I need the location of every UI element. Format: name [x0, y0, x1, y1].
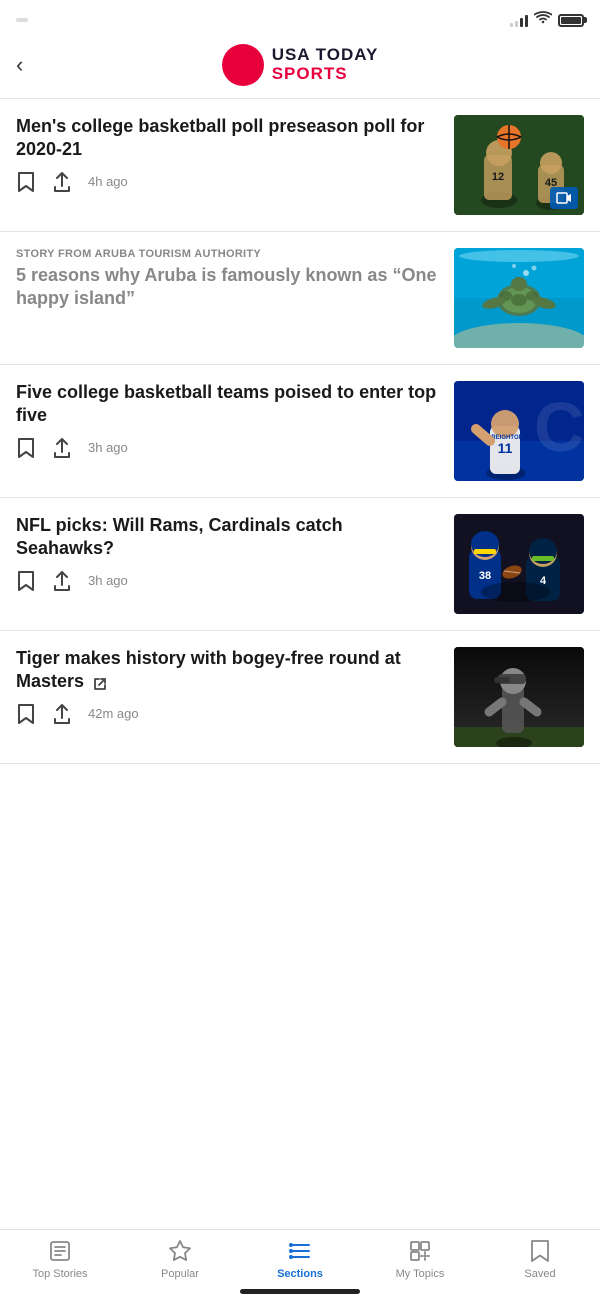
articles-list: Men's college basketball poll preseason … — [0, 99, 600, 764]
bookmark-icon[interactable] — [16, 438, 36, 458]
nav-item-top-stories[interactable]: Top Stories — [20, 1238, 100, 1280]
nav-label-top-stories: Top Stories — [32, 1268, 87, 1280]
logo-circle — [222, 44, 264, 86]
popular-icon — [167, 1238, 193, 1264]
battery-icon — [558, 14, 584, 27]
share-icon[interactable] — [52, 704, 72, 724]
nav-label-sections: Sections — [277, 1268, 323, 1280]
nav-label-my-topics: My Topics — [396, 1268, 445, 1280]
status-time — [16, 18, 28, 22]
article-meta: 3h ago — [16, 571, 442, 591]
article-content: Five college basketball teams poised to … — [16, 381, 442, 458]
article-time: 3h ago — [88, 573, 128, 588]
my-topics-icon — [407, 1238, 433, 1264]
article-content: Men's college basketball poll preseason … — [16, 115, 442, 192]
nav-item-my-topics[interactable]: My Topics — [380, 1238, 460, 1280]
back-button[interactable]: ‹ — [16, 52, 23, 78]
bookmark-icon[interactable] — [16, 172, 36, 192]
article-thumbnail — [454, 248, 584, 348]
article-title: Tiger makes history with bogey-free roun… — [16, 647, 442, 694]
article-content: Tiger makes history with bogey-free roun… — [16, 647, 442, 724]
svg-text:C: C — [534, 388, 584, 466]
article-thumbnail: 12 45 — [454, 115, 584, 215]
status-icons — [510, 11, 584, 30]
share-icon[interactable] — [52, 571, 72, 591]
article-item[interactable]: NFL picks: Will Rams, Cardinals catch Se… — [0, 498, 600, 631]
svg-text:38: 38 — [479, 570, 491, 582]
nav-label-popular: Popular — [161, 1268, 199, 1280]
share-icon[interactable] — [52, 172, 72, 192]
article-title: 5 reasons why Aruba is famously known as… — [16, 264, 442, 311]
article-meta: 4h ago — [16, 172, 442, 192]
nav-label-saved: Saved — [524, 1268, 555, 1280]
video-badge — [550, 187, 578, 209]
article-time: 42m ago — [88, 706, 139, 721]
article-time: 4h ago — [88, 174, 128, 189]
bookmark-icon[interactable] — [16, 571, 36, 591]
article-sponsor: STORY FROM ARUBA TOURISM AUTHORITY — [16, 248, 442, 260]
wifi-icon — [534, 11, 552, 30]
header: ‹ USA TODAY SPORTS — [0, 36, 600, 99]
article-title: NFL picks: Will Rams, Cardinals catch Se… — [16, 514, 442, 561]
status-bar — [0, 0, 600, 36]
svg-text:11: 11 — [498, 440, 513, 456]
article-content: STORY FROM ARUBA TOURISM AUTHORITY 5 rea… — [16, 248, 442, 321]
article-meta: 42m ago — [16, 704, 442, 724]
top-stories-icon — [47, 1238, 73, 1264]
article-item[interactable]: Five college basketball teams poised to … — [0, 365, 600, 498]
article-meta: 3h ago — [16, 438, 442, 458]
article-title: Men's college basketball poll preseason … — [16, 115, 442, 162]
external-link-icon — [93, 674, 107, 692]
sections-icon — [287, 1238, 313, 1264]
nav-item-popular[interactable]: Popular — [140, 1238, 220, 1280]
article-item[interactable]: STORY FROM ARUBA TOURISM AUTHORITY 5 rea… — [0, 232, 600, 365]
app-logo: USA TODAY SPORTS — [222, 44, 379, 86]
article-thumbnail: C 11 CREIGHTON — [454, 381, 584, 481]
saved-icon — [527, 1238, 553, 1264]
logo-text: USA TODAY SPORTS — [272, 46, 379, 83]
nav-item-sections[interactable]: Sections — [260, 1238, 340, 1280]
nav-item-saved[interactable]: Saved — [500, 1238, 580, 1280]
article-thumbnail: 38 4 — [454, 514, 584, 614]
article-item[interactable]: Tiger makes history with bogey-free roun… — [0, 631, 600, 764]
home-indicator — [240, 1289, 360, 1294]
signal-icon — [510, 13, 528, 27]
article-content: NFL picks: Will Rams, Cardinals catch Se… — [16, 514, 442, 591]
logo-usa-today: USA TODAY — [272, 46, 379, 65]
share-icon[interactable] — [52, 438, 72, 458]
article-thumbnail — [454, 647, 584, 747]
bookmark-icon[interactable] — [16, 704, 36, 724]
article-item[interactable]: Men's college basketball poll preseason … — [0, 99, 600, 232]
article-time: 3h ago — [88, 440, 128, 455]
article-title: Five college basketball teams poised to … — [16, 381, 442, 428]
logo-sports: SPORTS — [272, 65, 379, 84]
svg-text:12: 12 — [492, 171, 504, 183]
